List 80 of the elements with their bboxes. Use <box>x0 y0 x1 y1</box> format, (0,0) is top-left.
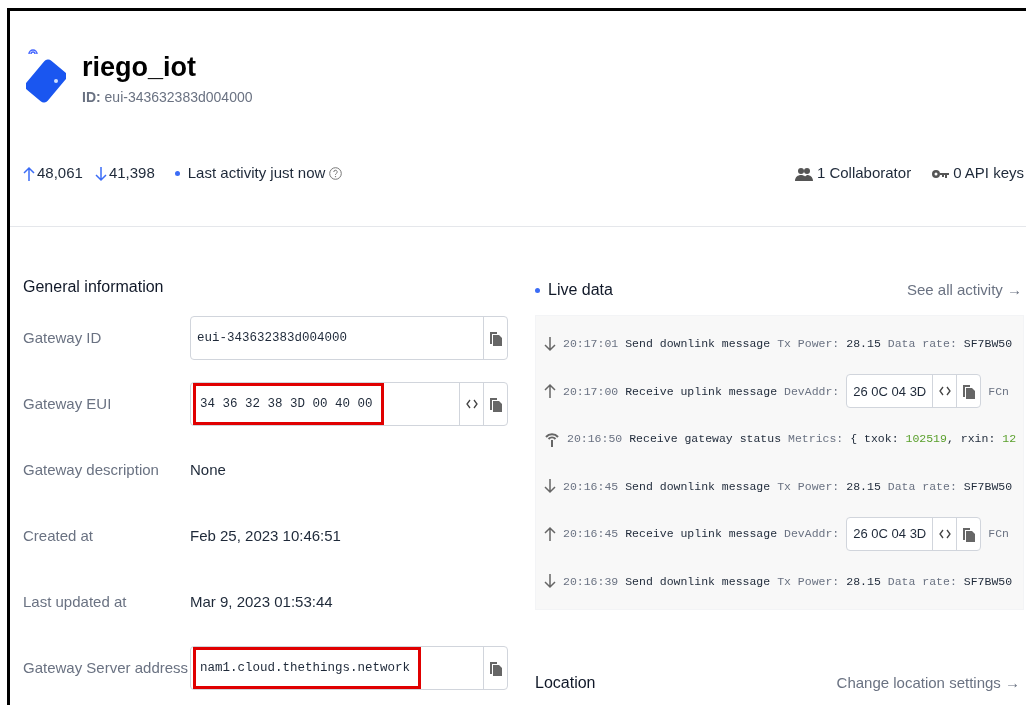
text-field[interactable]: eui-343632383d004000 <box>190 316 508 360</box>
metric-entry: rxin: 12 <box>960 431 1017 448</box>
downlink-count: 41,398 <box>108 163 155 184</box>
event-field-label: DevAddr: <box>784 526 840 543</box>
event-name: Receive uplink message <box>625 526 778 543</box>
event-field-value: 28.15 <box>846 336 881 353</box>
collaborators-link[interactable]: 1 Collaborator <box>816 162 912 185</box>
section-title: Location <box>535 673 596 693</box>
field-value: Mar 9, 2023 01:53:44 <box>190 591 333 612</box>
event-field-label: Data rate: <box>887 478 957 495</box>
event-name: Receive uplink message <box>625 383 778 400</box>
copy-icon <box>489 660 502 676</box>
event-field-label: Tx Power: <box>777 573 840 590</box>
field-value: eui-343632383d004000 <box>196 329 349 347</box>
field-label: Gateway Server address <box>23 657 190 678</box>
copy-icon <box>489 330 502 346</box>
arrow-down-icon <box>94 165 107 182</box>
api-keys-link[interactable]: 0 API keys <box>953 162 1024 185</box>
field-value: Feb 25, 2023 10:46:51 <box>190 525 341 546</box>
event-field-label: FCn <box>988 526 1009 543</box>
section-title: Live data <box>548 280 613 300</box>
key-icon <box>931 168 950 179</box>
text-field[interactable]: 34 36 32 38 3D 00 40 00 <box>190 382 508 426</box>
field-label: Gateway ID <box>23 327 103 348</box>
arrow-down-icon <box>544 335 556 352</box>
help-icon[interactable] <box>329 167 343 180</box>
gateway-id: eui-343632383d004000 <box>104 88 253 105</box>
event-time: 20:16:39 <box>563 573 619 590</box>
event-field-value: 28.15 <box>846 478 881 495</box>
last-activity: Last activity just now <box>187 163 326 184</box>
uplink-count: 48,061 <box>37 163 83 184</box>
copy-icon <box>962 525 975 542</box>
field-label: Gateway description <box>23 459 160 480</box>
text-field[interactable]: nam1.cloud.thethings.network <box>190 646 508 690</box>
event-name: Receive gateway status <box>629 431 782 448</box>
gateway-name: riego_iot <box>82 50 197 83</box>
event-time: 20:16:45 <box>563 478 619 495</box>
code-icon <box>465 399 478 409</box>
field-label: Gateway EUI <box>23 393 113 414</box>
copy-icon <box>489 396 502 412</box>
event-field-value: 28.15 <box>846 573 881 590</box>
event-time: 20:16:45 <box>563 526 619 543</box>
event-name: Send downlink message <box>625 573 771 590</box>
field-value: 34 36 32 38 3D 00 40 00 <box>193 383 384 425</box>
field-value: nam1.cloud.thethings.network <box>193 647 422 689</box>
code-icon <box>938 528 951 539</box>
event-field-label: FCn <box>988 383 1009 400</box>
event-field-label: Tx Power: <box>777 478 840 495</box>
devaddr-field[interactable]: 26 0C 04 3D <box>846 516 982 551</box>
field-value: None <box>190 459 226 480</box>
see-all-activity-link[interactable]: See all activity → <box>906 278 1022 302</box>
copy-icon <box>962 383 975 400</box>
event-time: 20:17:01 <box>563 336 619 353</box>
metric-entry: { txok: 102519, <box>850 431 954 448</box>
arrow-up-icon <box>23 165 35 182</box>
event-time: 20:17:00 <box>563 383 619 400</box>
field-label: Created at <box>23 525 95 546</box>
antenna-icon <box>544 430 560 447</box>
event-field-value: SF7BW50 <box>963 336 1013 353</box>
field-label: Last updated at <box>23 591 128 612</box>
id-label: ID: <box>82 88 101 105</box>
event-name: Send downlink message <box>625 478 771 495</box>
arrow-down-icon <box>544 573 556 590</box>
event-field-value: SF7BW50 <box>963 573 1013 590</box>
event-field-label: Data rate: <box>887 573 957 590</box>
section-title: General information <box>23 277 165 297</box>
people-icon <box>794 166 813 181</box>
change-location-link[interactable]: Change location settings → <box>836 671 1020 695</box>
arrow-up-icon <box>544 525 556 542</box>
arrow-down-icon <box>544 478 556 495</box>
event-name: Send downlink message <box>625 336 771 353</box>
event-field-label: Metrics: <box>788 431 844 448</box>
event-field-value: SF7BW50 <box>963 478 1013 495</box>
arrow-up-icon <box>544 383 556 400</box>
devaddr-field[interactable]: 26 0C 04 3D <box>846 374 982 409</box>
code-icon <box>938 386 951 397</box>
event-field-label: Data rate: <box>887 336 957 353</box>
event-field-label: Tx Power: <box>777 336 840 353</box>
event-time: 20:16:50 <box>567 431 623 448</box>
event-field-label: DevAddr: <box>784 383 840 400</box>
